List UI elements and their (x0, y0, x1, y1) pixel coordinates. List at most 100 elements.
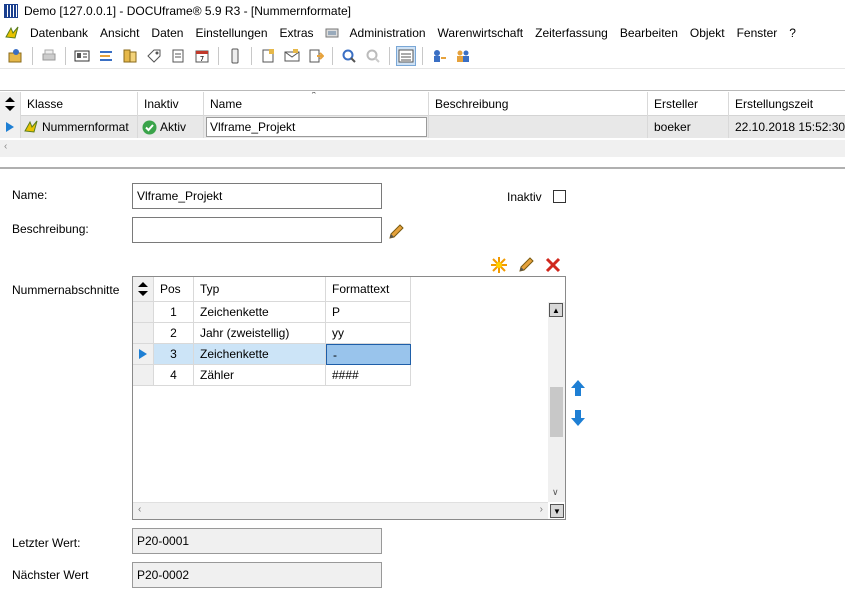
move-up-icon[interactable] (568, 378, 588, 398)
column-header-name-label: Name (210, 97, 243, 111)
menu-zeiterfassung[interactable]: Zeiterfassung (529, 26, 614, 40)
row-header[interactable] (133, 323, 154, 344)
cell-typ[interactable]: Zeichenkette (194, 344, 326, 365)
column-header-ersteller[interactable]: Ersteller (648, 92, 729, 116)
scroll-bottom-icon[interactable]: ▼ (550, 504, 564, 518)
scroll-right-icon[interactable]: › (540, 504, 543, 515)
title-bar: Demo [127.0.0.1] - DOCUframe® 5.9 R3 - [… (0, 0, 845, 22)
contact-card-icon[interactable] (72, 46, 92, 66)
sections-sort-icon[interactable] (133, 277, 154, 302)
scroll-left-icon[interactable]: ‹ (138, 504, 141, 515)
column-header-klasse[interactable]: Klasse (21, 92, 138, 116)
window-title: Demo [127.0.0.1] - DOCUframe® 5.9 R3 - [… (24, 4, 351, 18)
cell-pos: 4 (154, 365, 194, 386)
scroll-top-icon[interactable]: ▲ (549, 303, 563, 317)
edit-section-icon[interactable] (516, 255, 536, 275)
splitter[interactable] (0, 167, 845, 169)
row-selected-indicator-icon[interactable] (133, 344, 154, 365)
search-icon[interactable] (339, 46, 359, 66)
table-row[interactable]: Nummernformat Aktiv Vlframe_Projekt boek… (0, 116, 845, 138)
column-header-inaktiv[interactable]: Inaktiv (138, 92, 204, 116)
table-row[interactable]: 4 Zähler #### (133, 365, 411, 386)
new-document-icon[interactable] (258, 46, 278, 66)
letzter-wert-field: P20-0001 (132, 528, 382, 554)
add-section-icon[interactable] (489, 255, 509, 275)
cell-name-editor[interactable]: Vlframe_Projekt (206, 117, 427, 137)
search-disabled-icon[interactable] (363, 46, 383, 66)
cell-typ[interactable]: Jahr (zweistellig) (194, 323, 326, 344)
column-header-beschreibung[interactable]: Beschreibung (429, 92, 648, 116)
table-row[interactable]: 1 Zeichenkette P (133, 302, 411, 323)
delete-section-icon[interactable] (543, 255, 563, 275)
name-field[interactable]: Vlframe_Projekt (132, 183, 382, 209)
scroll-down-icon[interactable]: ∨ (552, 487, 559, 498)
tag-icon[interactable] (144, 46, 164, 66)
mail-icon[interactable] (282, 46, 302, 66)
cell-formattext-editing[interactable]: - (326, 344, 411, 365)
cell-pos: 2 (154, 323, 194, 344)
form-view-icon[interactable] (396, 45, 416, 66)
export-icon[interactable] (306, 46, 326, 66)
move-down-icon[interactable] (568, 408, 588, 428)
column-header-name[interactable]: Name ⌃ (204, 92, 429, 116)
table-row[interactable]: 2 Jahr (zweistellig) yy (133, 323, 411, 344)
column-header-pos[interactable]: Pos (154, 277, 194, 302)
cell-erstellungszeit: 22.10.2018 15:52:30 (735, 120, 845, 134)
cell-inaktiv: Aktiv (138, 116, 204, 138)
menu-einstellungen[interactable]: Einstellungen (189, 26, 273, 40)
beschreibung-field[interactable] (132, 217, 382, 243)
column-header-formattext[interactable]: Formattext (326, 277, 411, 302)
row-header[interactable] (133, 302, 154, 323)
naechster-wert-label: Nächster Wert (12, 568, 89, 582)
menu-fenster[interactable]: Fenster (731, 26, 784, 40)
user-transfer-icon[interactable] (429, 46, 449, 66)
cell-typ[interactable]: Zeichenkette (194, 302, 326, 323)
phone-icon[interactable] (225, 46, 245, 66)
scroll-left-icon[interactable]: ‹ (4, 141, 7, 152)
menu-daten[interactable]: Daten (145, 26, 189, 40)
note-icon[interactable] (168, 46, 188, 66)
scroll-thumb[interactable] (550, 387, 563, 437)
menu-help[interactable]: ? (783, 26, 802, 40)
cell-pos: 3 (154, 344, 194, 365)
inaktiv-checkbox[interactable] (553, 190, 566, 203)
calendar-icon[interactable]: 7 (192, 46, 212, 66)
cell-formattext[interactable]: #### (326, 365, 411, 386)
row-selected-indicator-icon (0, 116, 21, 138)
sort-toggle-icon[interactable] (0, 92, 21, 116)
app-icon (4, 4, 18, 18)
cell-inaktiv-text: Aktiv (160, 120, 187, 134)
cell-formattext[interactable]: P (326, 302, 411, 323)
column-header-erstellungszeit[interactable]: Erstellungszeit (729, 92, 845, 116)
inaktiv-label: Inaktiv (507, 190, 542, 204)
menu-extras[interactable]: Extras (274, 26, 320, 40)
cell-klasse: Nummernformat (21, 116, 138, 138)
print-icon[interactable] (39, 46, 59, 66)
cell-pos: 1 (154, 302, 194, 323)
edit-description-icon[interactable] (386, 222, 406, 242)
sections-horizontal-scrollbar[interactable]: ‹ › (133, 502, 548, 519)
row-header[interactable] (133, 365, 154, 386)
number-format-icon (24, 120, 38, 133)
cell-formattext[interactable]: yy (326, 323, 411, 344)
open-icon[interactable] (6, 46, 26, 66)
ribbon-logo-icon[interactable] (4, 25, 20, 41)
menu-bearbeiten[interactable]: Bearbeiten (614, 26, 684, 40)
table-row-selected[interactable]: 3 Zeichenkette - (133, 344, 411, 365)
column-header-typ[interactable]: Typ (194, 277, 326, 302)
menu-ansicht[interactable]: Ansicht (94, 26, 145, 40)
cell-typ[interactable]: Zähler (194, 365, 326, 386)
top-grid-horizontal-scrollbar[interactable]: ‹ (0, 140, 845, 157)
list-icon[interactable] (96, 46, 116, 66)
cell-name[interactable]: Vlframe_Projekt (204, 116, 429, 138)
sections-vertical-scrollbar[interactable]: ▲ ∨ (548, 302, 565, 502)
menu-administration[interactable]: Administration (344, 26, 432, 40)
menu-warenwirtschaft[interactable]: Warenwirtschaft (432, 26, 530, 40)
menu-datenbank[interactable]: Datenbank (24, 26, 94, 40)
menu-objekt[interactable]: Objekt (684, 26, 731, 40)
admin-menu-icon[interactable] (324, 25, 340, 41)
cell-ersteller: boeker (648, 116, 729, 138)
users-icon[interactable] (453, 46, 473, 66)
folder-icon[interactable] (120, 46, 140, 66)
filter-strip (0, 69, 845, 91)
